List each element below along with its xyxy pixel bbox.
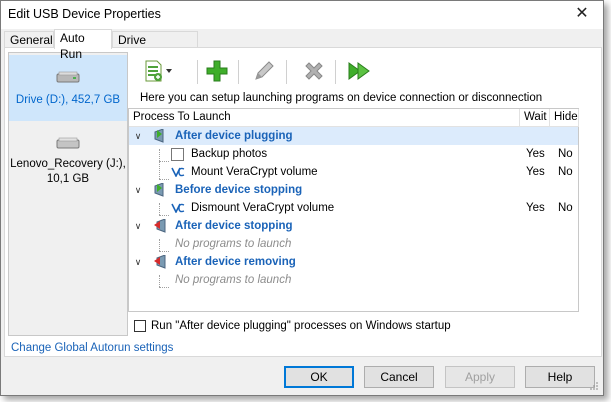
plug-out-icon: [154, 219, 166, 233]
column-header-process[interactable]: Process To Launch: [129, 109, 520, 127]
global-autorun-link[interactable]: Change Global Autorun settings: [11, 342, 173, 354]
delete-button[interactable]: [301, 58, 327, 84]
plug-in-icon: [154, 129, 164, 143]
column-header-wait[interactable]: Wait: [520, 109, 550, 127]
wait-value: Yes: [526, 166, 545, 178]
chevron-down-icon[interactable]: ∨: [133, 181, 143, 199]
column-header-hide[interactable]: Hide: [550, 109, 579, 127]
window-title: Edit USB Device Properties: [8, 7, 161, 21]
veracrypt-icon: [171, 203, 185, 213]
device-size: 10,1 GB: [46, 173, 90, 185]
startup-checkbox-label: Run "After device plugging" processes on…: [151, 320, 451, 332]
apply-button[interactable]: Apply: [445, 366, 515, 388]
tab-drive-properties[interactable]: Drive Properties: [112, 31, 198, 63]
hide-value: No: [558, 148, 573, 160]
group-title: After device removing: [175, 256, 296, 268]
drive-icon: [56, 71, 80, 83]
device-item-lenovo-recovery[interactable]: Lenovo_Recovery (J:), 10,1 GB: [9, 133, 127, 193]
group-row-after-stopping[interactable]: ∨ After device stopping: [129, 217, 578, 235]
process-row[interactable]: Mount VeraCrypt volume Yes No: [129, 163, 578, 181]
group-row-after-plugging[interactable]: ∨ After device plugging: [129, 127, 578, 145]
help-button[interactable]: Help: [525, 366, 595, 388]
group-row-after-removing[interactable]: ∨ After device removing: [129, 253, 578, 271]
hide-value: No: [558, 166, 573, 178]
add-process-button[interactable]: [141, 58, 175, 84]
tab-auto-run[interactable]: Auto Run: [54, 29, 112, 61]
process-name: Dismount VeraCrypt volume: [191, 202, 335, 214]
device-label: Drive (D:), 452,7 GB: [15, 94, 121, 106]
device-list: Drive (D:), 452,7 GB Lenovo_Recovery (J:…: [8, 52, 128, 336]
add-button[interactable]: [204, 58, 230, 84]
tab-general[interactable]: General: [4, 31, 54, 48]
group-title: After device plugging: [175, 130, 293, 142]
startup-checkbox[interactable]: [134, 320, 146, 332]
empty-message: No programs to launch: [175, 274, 292, 286]
tab-strip: General Auto Run Drive Properties: [4, 29, 602, 63]
dialog-window: Edit USB Device Properties ✕ General Aut…: [0, 0, 604, 396]
run-button[interactable]: [347, 58, 373, 84]
process-name: Mount VeraCrypt volume: [191, 166, 318, 178]
group-title: After device stopping: [175, 220, 293, 232]
cancel-button[interactable]: Cancel: [364, 366, 434, 388]
auto-run-panel: Drive (D:), 452,7 GB Lenovo_Recovery (J:…: [4, 47, 602, 357]
ok-button[interactable]: OK: [284, 366, 354, 388]
play-forward-icon: [348, 62, 370, 80]
device-item-drive-d[interactable]: Drive (D:), 452,7 GB: [9, 55, 127, 121]
empty-message: No programs to launch: [175, 238, 292, 250]
close-icon[interactable]: ✕: [573, 5, 591, 23]
process-grid: Process To Launch Wait Hide ∨ After devi…: [128, 108, 579, 312]
startup-option[interactable]: Run "After device plugging" processes on…: [134, 320, 451, 332]
hint-text: Here you can setup launching programs on…: [140, 92, 543, 104]
group-row-before-stopping[interactable]: ∨ Before device stopping: [129, 181, 578, 199]
title-bar: Edit USB Device Properties ✕: [1, 1, 603, 29]
plug-out-icon: [154, 255, 166, 269]
process-row[interactable]: Backup photos Yes No: [129, 145, 578, 163]
chevron-down-icon[interactable]: ∨: [133, 127, 143, 145]
plus-icon: [206, 60, 228, 82]
process-name: Backup photos: [191, 148, 268, 160]
edit-button[interactable]: [251, 58, 277, 84]
plug-in-icon: [154, 183, 164, 197]
chevron-down-icon[interactable]: ∨: [133, 217, 143, 235]
hide-value: No: [558, 202, 573, 214]
add-document-icon: [145, 60, 172, 82]
wait-value: Yes: [526, 148, 545, 160]
empty-row: No programs to launch: [129, 235, 578, 253]
empty-row: No programs to launch: [129, 271, 578, 289]
device-label: Lenovo_Recovery (J:),: [10, 158, 126, 170]
chevron-down-icon[interactable]: ∨: [133, 253, 143, 271]
group-title: Before device stopping: [175, 184, 303, 196]
blank-file-icon: [171, 148, 184, 161]
process-row[interactable]: Dismount VeraCrypt volume Yes No: [129, 199, 578, 217]
wait-value: Yes: [526, 202, 545, 214]
veracrypt-icon: [171, 167, 185, 177]
pencil-icon: [255, 61, 274, 80]
drive-icon: [56, 137, 80, 149]
delete-x-icon: [305, 62, 323, 80]
resize-grip-icon[interactable]: [589, 381, 599, 391]
